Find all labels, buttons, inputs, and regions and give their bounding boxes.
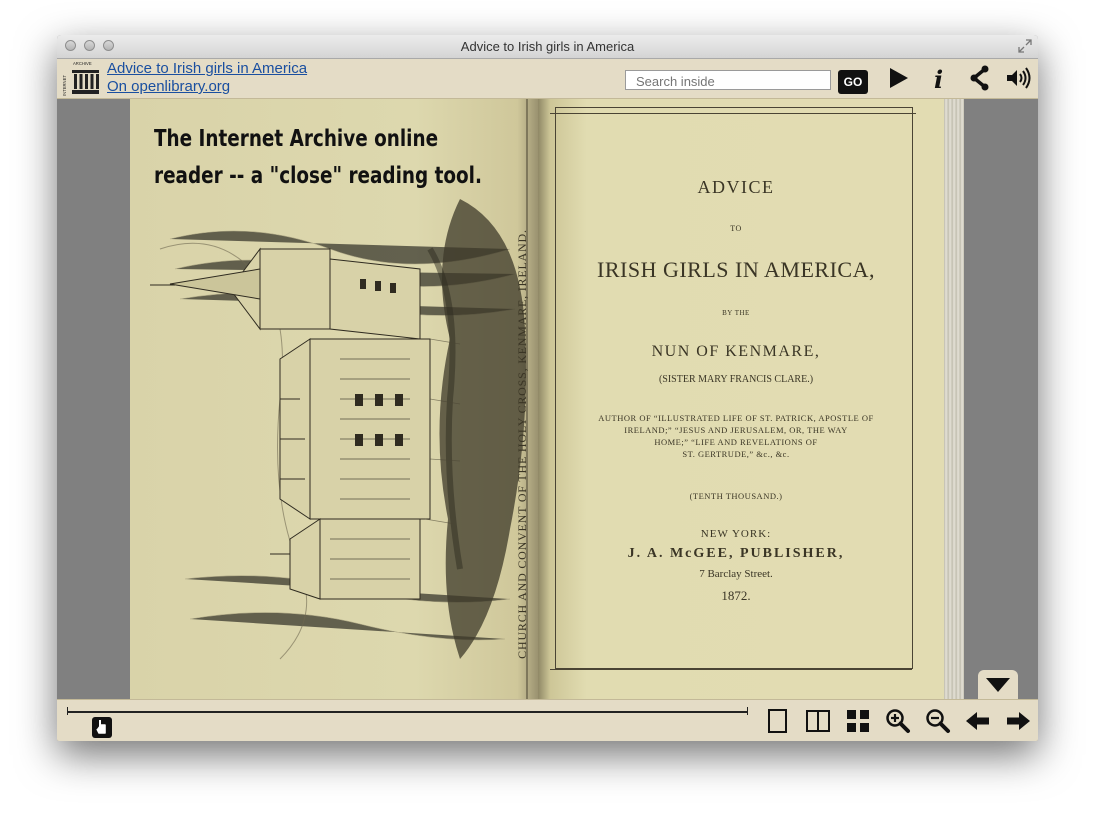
title-irish-girls: IRISH GIRLS IN AMERICA, [597, 257, 875, 282]
hand-cursor-icon [96, 720, 106, 734]
info-icon[interactable]: i [925, 64, 953, 92]
audio-icon[interactable] [1004, 64, 1032, 92]
reader-header: INTERNET ARCHIVE Advice to Irish girls i… [57, 59, 1038, 99]
annotation-overlay: The Internet Archive online reader -- a … [154, 121, 482, 195]
openlibrary-link[interactable]: On openlibrary.org [107, 78, 230, 95]
svg-text:INTERNET: INTERNET [62, 75, 67, 96]
search-go-button[interactable]: GO [838, 70, 868, 94]
frame-rule-top [550, 113, 916, 114]
two-page-view-icon[interactable] [805, 708, 831, 734]
title-address: 7 Barclay Street. [699, 568, 773, 580]
window-title: Advice to Irish girls in America [460, 39, 635, 54]
annotation-line-1: The Internet Archive online [154, 126, 439, 152]
open-book: The Internet Archive online reader -- a … [130, 99, 964, 699]
svg-text:i: i [934, 65, 943, 92]
title-works-3: HOME;” “LIFE AND REVELATIONS OF [654, 437, 818, 447]
frame-rule-bottom [550, 669, 912, 670]
title-to: TO [730, 224, 742, 233]
title-bar: Advice to Irish girls in America [57, 35, 1038, 59]
illustration-caption: CHURCH AND CONVENT OF THE HOLY CROSS, KE… [515, 229, 529, 659]
title-year: 1872. [721, 588, 751, 603]
slider-end-tick [747, 707, 748, 715]
search-inside-input[interactable] [625, 70, 831, 90]
book-viewer: The Internet Archive online reader -- a … [57, 99, 1038, 699]
navigation-toolbar [57, 699, 1038, 741]
fullscreen-icon[interactable] [1018, 39, 1032, 53]
zoom-out-icon[interactable] [925, 708, 951, 734]
annotation-line-2: reader -- a "close" reading tool. [154, 163, 482, 189]
play-icon[interactable] [884, 64, 912, 92]
one-page-view-icon[interactable] [765, 708, 791, 734]
svg-text:ARCHIVE: ARCHIVE [73, 61, 92, 66]
collapse-toolbar-button[interactable] [978, 670, 1018, 700]
book-title-link[interactable]: Advice to Irish girls in America [107, 60, 307, 77]
zoom-in-icon[interactable] [885, 708, 911, 734]
title-by-the: BY THE [722, 309, 750, 317]
left-page[interactable]: The Internet Archive online reader -- a … [130, 99, 538, 699]
title-advice: ADVICE [697, 177, 775, 197]
title-author-name: (SISTER MARY FRANCIS CLARE.) [658, 374, 814, 385]
page-slider-track[interactable] [67, 711, 747, 713]
share-icon[interactable] [965, 64, 993, 92]
collapse-toolbar-icon [986, 678, 1010, 692]
page-slider-handle[interactable] [92, 717, 113, 738]
title-works-4: ST. GERTRUDE,” &c., &c. [682, 449, 790, 459]
reader-window: Advice to Irish girls in America INTERNE… [57, 35, 1038, 741]
title-place: NEW YORK: [700, 528, 772, 540]
previous-page-icon[interactable] [965, 708, 991, 734]
title-works-1: AUTHOR OF “ILLUSTRATED LIFE OF ST. PATRI… [598, 413, 874, 423]
page-stack-edge [944, 99, 964, 699]
next-page-icon[interactable] [1005, 708, 1031, 734]
archive-temple-icon[interactable]: INTERNET ARCHIVE [62, 60, 102, 96]
thumbnail-view-icon[interactable] [845, 708, 871, 734]
title-author: NUN OF KENMARE, [651, 343, 821, 360]
title-publisher: J. A. McGEE, PUBLISHER, [627, 546, 845, 561]
title-edition: (TENTH THOUSAND.) [689, 491, 783, 501]
title-works-2: IRELAND;” “JESUS AND JERUSALEM, OR, THE … [624, 425, 848, 435]
